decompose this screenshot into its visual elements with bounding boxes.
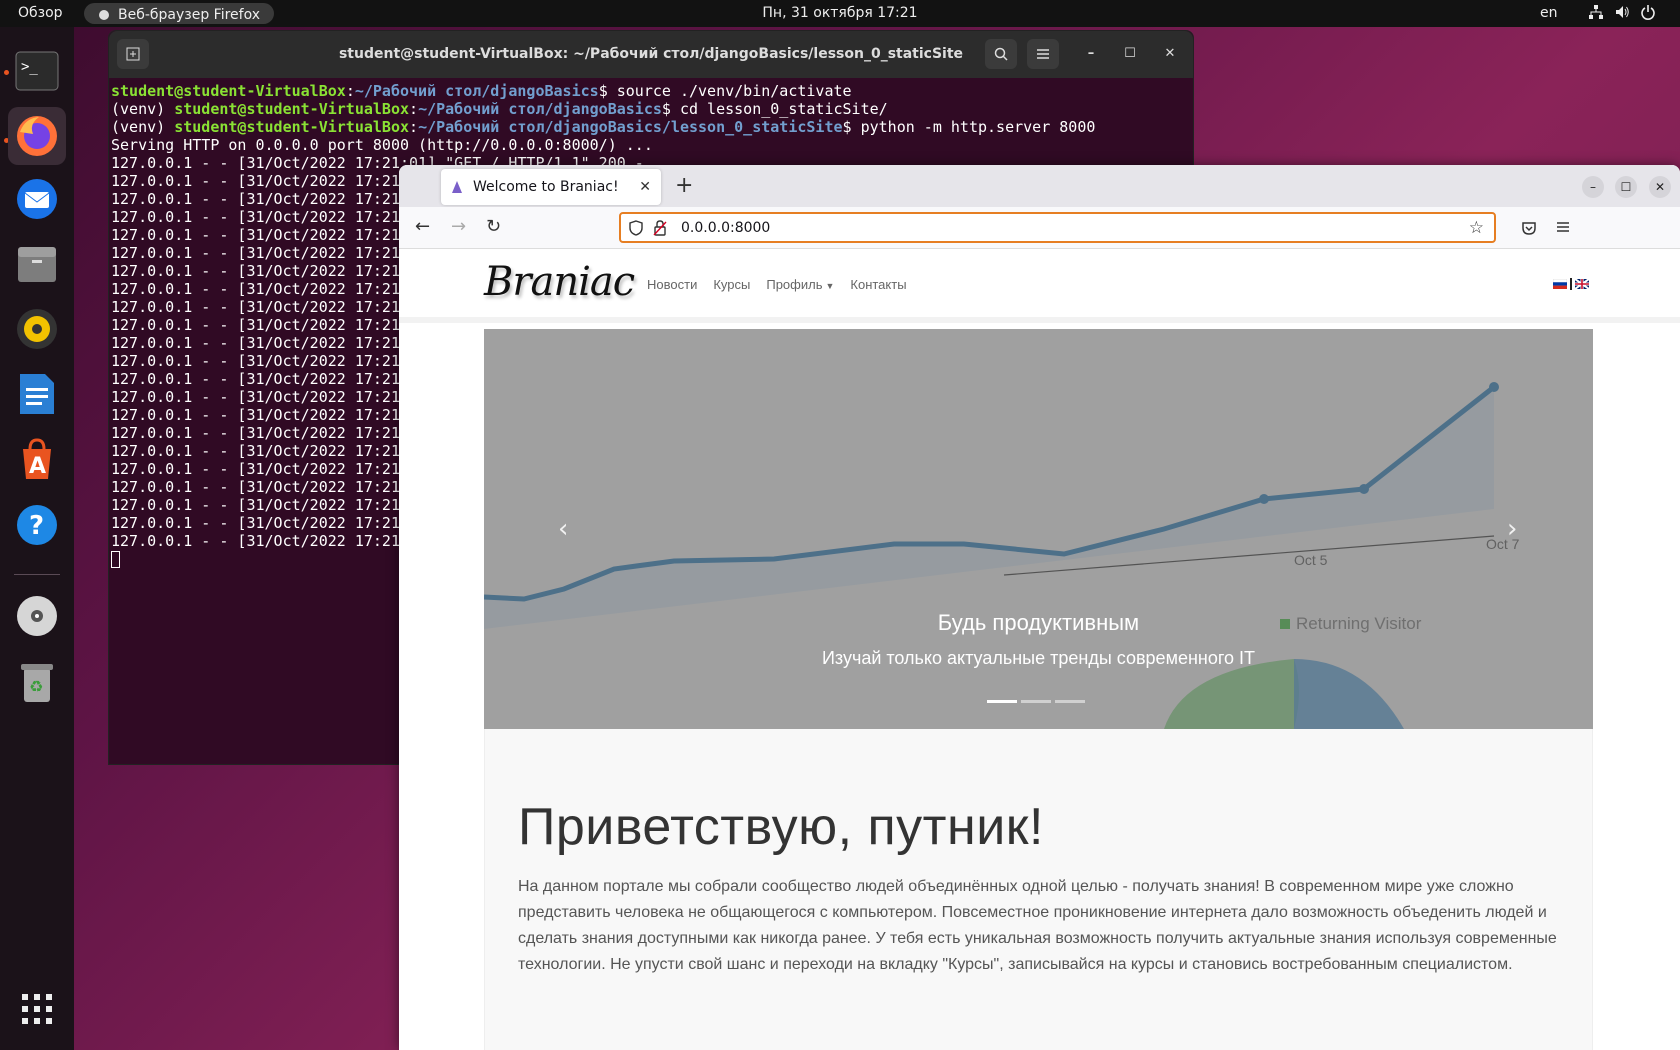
carousel-next-button[interactable]: ›	[1507, 514, 1517, 544]
new-tab-button[interactable]: +	[675, 173, 693, 198]
forward-button[interactable]: →	[451, 216, 466, 237]
app-center-icon: A	[23, 438, 51, 479]
thunderbird-icon	[17, 179, 57, 219]
svg-text:?: ?	[29, 511, 44, 541]
terminal-serving-line: Serving HTTP on 0.0.0.0 port 8000 (http:…	[111, 136, 653, 154]
active-app-label: Веб-браузер Firefox	[118, 6, 261, 23]
terminal-minimize-button[interactable]: –	[1082, 45, 1100, 63]
terminal-maximize-button[interactable]: ☐	[1121, 45, 1139, 63]
dock-app-grid[interactable]	[8, 980, 66, 1038]
url-bar[interactable]: 0.0.0.0:8000 ☆	[619, 212, 1496, 243]
svg-text:♻: ♻	[29, 677, 43, 696]
dock-dvd[interactable]	[8, 587, 66, 645]
firefox-small-icon	[99, 9, 109, 20]
tab-title: Welcome to Braniac!	[473, 179, 619, 195]
dvd-icon	[17, 596, 57, 636]
browser-maximize-button[interactable]: ☐	[1615, 176, 1637, 198]
tab-close-button[interactable]: ✕	[639, 179, 651, 195]
tab-bar: Welcome to Braniac! ✕ + – ☐ ✕	[399, 165, 1680, 207]
carousel-indicator[interactable]	[987, 700, 1017, 703]
rhythmbox-icon	[17, 309, 57, 349]
nav-toolbar: ← → ↻ 0.0.0.0:8000 ☆	[399, 207, 1680, 249]
nav-link-news[interactable]: Новости	[647, 277, 697, 292]
help-icon: ?	[17, 505, 57, 545]
site-navbar: Braniac Новости Курсы Профиль ▼ Контакты	[399, 249, 1680, 323]
hero-carousel: Oct 5 Oct 7 Returning Visitor ‹ › Будь п…	[484, 329, 1593, 729]
svg-text:>_: >_	[21, 59, 38, 75]
carousel-indicators	[987, 700, 1085, 703]
caret-down-icon: ▼	[825, 281, 835, 291]
nav-link-profile-label: Профиль	[766, 277, 823, 292]
dock-trash[interactable]: ♻	[8, 653, 66, 711]
nav-link-profile[interactable]: Профиль ▼	[766, 277, 834, 292]
dock-app-center[interactable]: A	[8, 430, 66, 488]
dock: >_ A ? ♻	[0, 27, 74, 1050]
browser-close-button[interactable]: ✕	[1649, 176, 1671, 198]
flag-ru-icon[interactable]	[1553, 279, 1567, 289]
terminal-close-button[interactable]: ✕	[1161, 45, 1179, 63]
writer-icon	[20, 374, 54, 414]
volume-icon	[1616, 6, 1629, 18]
carousel-caption-subtitle: Изучай только актуальные тренды современ…	[821, 648, 1256, 668]
back-button[interactable]: ←	[415, 216, 430, 237]
dock-rhythmbox[interactable]	[8, 300, 66, 358]
url-text: 0.0.0.0:8000	[681, 219, 771, 236]
active-app-menu[interactable]: Веб-браузер Firefox	[84, 3, 275, 24]
pocket-icon[interactable]	[1521, 220, 1537, 236]
firefox-window[interactable]: Welcome to Braniac! ✕ + – ☐ ✕ ← → ↻ 0.0.…	[399, 165, 1680, 1050]
network-icon	[1589, 5, 1603, 19]
welcome-jumbotron: Приветствую, путник! На данном портале м…	[484, 729, 1593, 1050]
flag-gb-icon[interactable]	[1575, 279, 1589, 289]
language-switcher	[1553, 278, 1589, 290]
site-favicon-icon	[452, 181, 462, 193]
keyboard-layout-indicator[interactable]: en	[1540, 5, 1558, 21]
bookmark-star-icon[interactable]: ☆	[1469, 218, 1484, 238]
dock-terminal[interactable]: >_	[8, 42, 66, 100]
nav-link-contacts[interactable]: Контакты	[850, 277, 906, 292]
reload-button[interactable]: ↻	[486, 216, 501, 237]
terminal-command-line: (venv) student@student-VirtualBox:~/Рабо…	[111, 100, 888, 118]
svg-text:A: A	[29, 454, 46, 479]
top-bar: Обзор Веб-браузер Firefox Пн, 31 октября…	[0, 0, 1680, 27]
system-tray[interactable]	[1588, 4, 1656, 20]
nav-link-courses[interactable]: Курсы	[713, 277, 750, 292]
terminal-icon: >_	[15, 51, 59, 91]
shield-icon	[629, 219, 643, 236]
dock-firefox[interactable]	[8, 107, 66, 165]
terminal-command-line: student@student-VirtualBox:~/Рабочий сто…	[111, 82, 852, 100]
site-brand-logo[interactable]: Braniac	[484, 259, 635, 305]
flag-divider	[1570, 278, 1572, 290]
browser-minimize-button[interactable]: –	[1582, 176, 1604, 198]
files-icon	[18, 247, 56, 282]
dock-help[interactable]: ?	[8, 496, 66, 554]
dock-files[interactable]	[8, 235, 66, 293]
terminal-titlebar[interactable]: student@student-VirtualBox: ~/Рабочий ст…	[109, 31, 1193, 78]
app-menu-icon[interactable]	[1556, 221, 1570, 233]
carousel-caption-title: Будь продуктивным	[937, 610, 1140, 635]
insecure-lock-icon	[653, 219, 667, 236]
hamburger-icon	[1037, 49, 1049, 59]
terminal-command-line: (venv) student@student-VirtualBox:~/Рабо…	[111, 118, 1096, 136]
carousel-background-image: Oct 5 Oct 7 Returning Visitor	[484, 329, 1593, 729]
terminal-search-button[interactable]	[985, 39, 1017, 69]
dock-separator	[14, 574, 60, 575]
trash-icon: ♻	[21, 664, 53, 702]
terminal-cursor	[111, 551, 120, 568]
carousel-indicator[interactable]	[1021, 700, 1051, 703]
page-viewport[interactable]: Braniac Новости Курсы Профиль ▼ Контакты …	[399, 249, 1680, 1050]
browser-tab[interactable]: Welcome to Braniac! ✕	[441, 169, 661, 205]
terminal-menu-button[interactable]	[1027, 39, 1059, 69]
welcome-heading: Приветствую, путник!	[518, 798, 1044, 856]
search-icon	[994, 47, 1008, 61]
activities-button[interactable]: Обзор	[18, 5, 63, 21]
app-grid-icon	[22, 994, 52, 1024]
dock-thunderbird[interactable]	[8, 170, 66, 228]
welcome-paragraph: На данном портале мы собрали сообщество …	[518, 878, 1557, 973]
power-icon	[1641, 5, 1655, 20]
carousel-indicator[interactable]	[1055, 700, 1085, 703]
site-nav-links: Новости Курсы Профиль ▼ Контакты	[647, 277, 907, 292]
firefox-icon	[17, 116, 57, 156]
carousel-prev-button[interactable]: ‹	[558, 514, 568, 544]
dock-writer[interactable]	[8, 365, 66, 423]
